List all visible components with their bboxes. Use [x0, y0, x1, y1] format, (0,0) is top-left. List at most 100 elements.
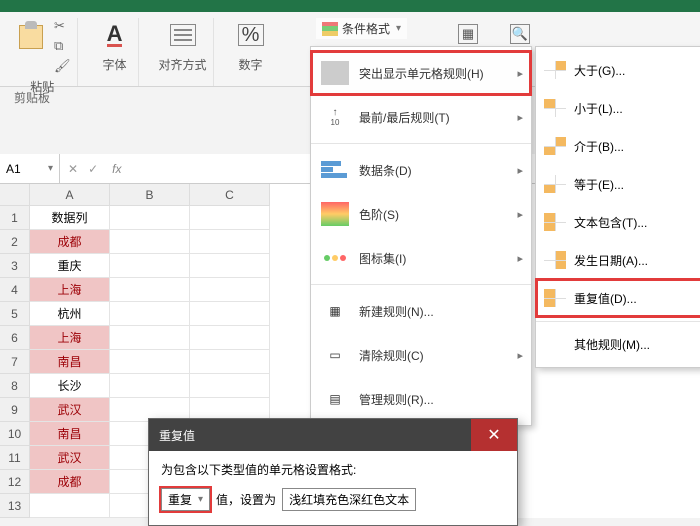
- menu-item-label: 图标集(I): [359, 250, 406, 267]
- column-header[interactable]: C: [190, 184, 270, 206]
- cell[interactable]: [30, 494, 110, 518]
- paste-button[interactable]: [14, 18, 48, 52]
- row-header[interactable]: 5: [0, 302, 30, 326]
- row-header[interactable]: 12: [0, 470, 30, 494]
- row-header[interactable]: 7: [0, 350, 30, 374]
- cell[interactable]: 数据列: [30, 206, 110, 230]
- conditional-format-button[interactable]: 条件格式 ▾: [316, 18, 407, 39]
- cell[interactable]: 上海: [30, 278, 110, 302]
- chevron-down-icon: ▾: [198, 494, 203, 505]
- cell[interactable]: [110, 206, 190, 230]
- submenu-equal-to[interactable]: 等于(E)...: [536, 165, 700, 203]
- cell[interactable]: 武汉: [30, 446, 110, 470]
- cell[interactable]: [110, 278, 190, 302]
- menu-clear-rules[interactable]: ▭ 清除规则(C) ▸: [311, 333, 531, 377]
- row-header[interactable]: 11: [0, 446, 30, 470]
- row-header[interactable]: 10: [0, 422, 30, 446]
- name-box-value: A1: [6, 162, 21, 176]
- menu-item-label: 色阶(S): [359, 206, 399, 223]
- cell[interactable]: [190, 326, 270, 350]
- cell[interactable]: 南昌: [30, 422, 110, 446]
- row-header[interactable]: 13: [0, 494, 30, 518]
- cell[interactable]: [190, 278, 270, 302]
- row-header[interactable]: 8: [0, 374, 30, 398]
- cancel-icon[interactable]: ✕: [68, 162, 78, 176]
- duplicate-type-select[interactable]: 重复 ▾: [161, 488, 210, 511]
- menu-color-scales[interactable]: 色阶(S) ▸: [311, 192, 531, 236]
- cell[interactable]: 杭州: [30, 302, 110, 326]
- dialog-instruction: 为包含以下类型值的单元格设置格式:: [161, 461, 505, 478]
- cell[interactable]: [110, 230, 190, 254]
- color-scales-icon: [321, 202, 349, 226]
- cell[interactable]: [190, 206, 270, 230]
- menu-manage-rules[interactable]: ▤ 管理规则(R)...: [311, 377, 531, 421]
- align-button[interactable]: [166, 18, 200, 52]
- column-header[interactable]: A: [30, 184, 110, 206]
- menu-top-bottom[interactable]: ↑10 最前/最后规则(T) ▸: [311, 95, 531, 139]
- copy-icon[interactable]: ⧉: [54, 38, 71, 54]
- dialog-titlebar[interactable]: 重复值 ✕: [149, 419, 517, 451]
- submenu-text-contains[interactable]: 文本包含(T)...: [536, 203, 700, 241]
- select-value: 重复: [168, 491, 192, 508]
- submenu-between[interactable]: 介于(B)...: [536, 127, 700, 165]
- clipboard-tools[interactable]: ✂ ⧉ 🖌: [54, 18, 71, 74]
- column-headers[interactable]: ABC: [30, 184, 270, 206]
- cell[interactable]: [190, 302, 270, 326]
- cut-icon[interactable]: ✂: [54, 18, 71, 34]
- column-header[interactable]: B: [110, 184, 190, 206]
- cell[interactable]: [190, 350, 270, 374]
- table-styles-icon[interactable]: ▦: [458, 24, 478, 44]
- cell[interactable]: [190, 374, 270, 398]
- cell[interactable]: 成都: [30, 230, 110, 254]
- menu-highlight-cells[interactable]: 突出显示单元格规则(H) ▸: [311, 51, 531, 95]
- format-select[interactable]: 浅红填充色深红色文本: [282, 488, 416, 511]
- cell[interactable]: [110, 350, 190, 374]
- row-header[interactable]: 9: [0, 398, 30, 422]
- row-header[interactable]: 3: [0, 254, 30, 278]
- submenu-arrow-icon: ▸: [517, 349, 523, 362]
- find-icon[interactable]: 🔍: [510, 24, 530, 44]
- submenu-date-occurring[interactable]: 发生日期(A)...: [536, 241, 700, 279]
- menu-new-rule[interactable]: ▦ 新建规则(N)...: [311, 289, 531, 333]
- row-header[interactable]: 4: [0, 278, 30, 302]
- cell[interactable]: 成都: [30, 470, 110, 494]
- row-header[interactable]: 2: [0, 230, 30, 254]
- cell[interactable]: 重庆: [30, 254, 110, 278]
- equal-to-icon: [544, 175, 566, 193]
- menu-item-label: 最前/最后规则(T): [359, 109, 450, 126]
- cell[interactable]: [110, 326, 190, 350]
- row-header[interactable]: 1: [0, 206, 30, 230]
- align-section-label: 对齐方式: [159, 56, 207, 73]
- less-than-icon: [544, 99, 566, 117]
- submenu-less-than[interactable]: 小于(L)...: [536, 89, 700, 127]
- cell[interactable]: 南昌: [30, 350, 110, 374]
- row-header[interactable]: 6: [0, 326, 30, 350]
- cell[interactable]: 上海: [30, 326, 110, 350]
- cell[interactable]: [110, 302, 190, 326]
- menu-separator: [311, 284, 531, 285]
- submenu-item-label: 其他规则(M)...: [574, 336, 650, 353]
- menu-data-bars[interactable]: 数据条(D) ▸: [311, 148, 531, 192]
- between-icon: [544, 137, 566, 155]
- submenu-arrow-icon: ▸: [517, 252, 523, 265]
- submenu-greater-than[interactable]: 大于(G)...: [536, 51, 700, 89]
- format-painter-icon[interactable]: 🖌: [54, 58, 71, 74]
- close-button[interactable]: ✕: [471, 419, 517, 451]
- submenu-more-rules[interactable]: 其他规则(M)...: [536, 326, 700, 363]
- submenu-duplicate-values[interactable]: 重复值(D)...: [536, 279, 700, 317]
- name-box[interactable]: A1 ▾: [0, 154, 60, 183]
- cell[interactable]: [110, 374, 190, 398]
- number-format-button[interactable]: %: [234, 18, 268, 52]
- cell[interactable]: 长沙: [30, 374, 110, 398]
- row-headers[interactable]: 12345678910111213: [0, 206, 30, 518]
- cell[interactable]: [190, 254, 270, 278]
- menu-icon-sets[interactable]: 图标集(I) ▸: [311, 236, 531, 280]
- fx-label[interactable]: fx: [106, 162, 127, 176]
- font-color-button[interactable]: A: [98, 18, 132, 52]
- cell[interactable]: 武汉: [30, 398, 110, 422]
- cell[interactable]: [110, 254, 190, 278]
- chevron-down-icon: ▾: [396, 23, 401, 34]
- cell[interactable]: [190, 230, 270, 254]
- select-all-corner[interactable]: [0, 184, 30, 206]
- confirm-icon[interactable]: ✓: [88, 162, 98, 176]
